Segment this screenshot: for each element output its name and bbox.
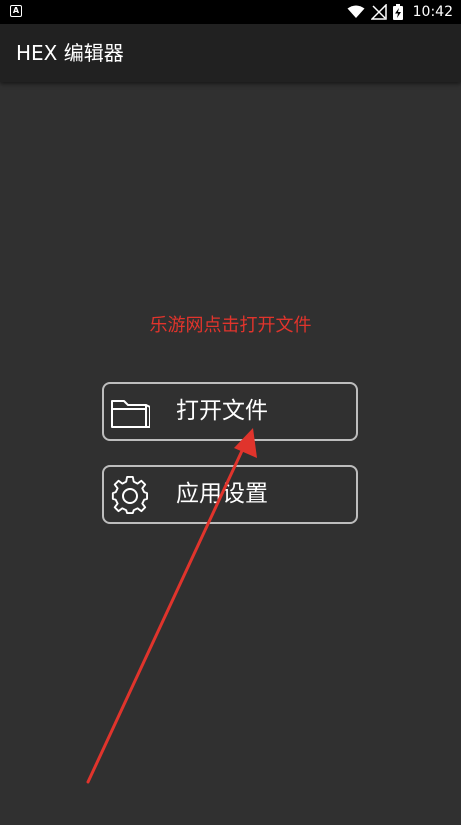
folder-icon	[110, 393, 151, 433]
notification-icon: A	[10, 5, 22, 17]
annotation-text: 乐游网点击打开文件	[149, 315, 312, 336]
status-icons: 10:42	[347, 0, 453, 24]
gear-icon	[110, 476, 150, 516]
wifi-icon	[347, 5, 365, 19]
open-file-label: 打开文件	[176, 398, 268, 424]
settings-button[interactable]: 应用设置	[102, 465, 358, 524]
status-bar: A 10:42	[0, 0, 461, 24]
no-signal-icon	[370, 4, 387, 20]
open-file-button[interactable]: 打开文件	[102, 382, 358, 441]
app-title: HEX 编辑器	[16, 41, 124, 65]
battery-charging-icon	[392, 4, 403, 20]
status-time: 10:42	[412, 4, 453, 20]
app-bar: HEX 编辑器	[0, 24, 461, 82]
settings-label: 应用设置	[176, 481, 268, 507]
